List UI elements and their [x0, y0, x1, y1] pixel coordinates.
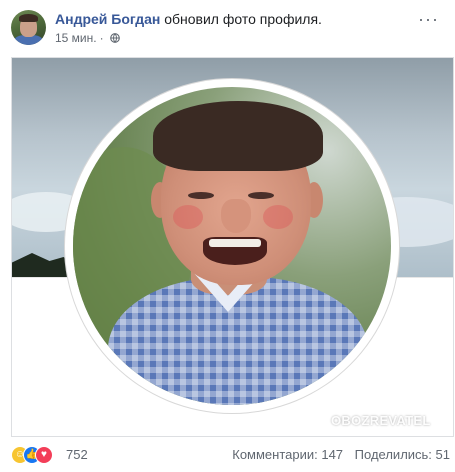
post-stats: Комментарии: 147 Поделились: 51 [232, 447, 450, 462]
watermark-logo: OBOZREVATEL [309, 411, 431, 429]
watermark-icon [309, 411, 327, 429]
post-timestamp[interactable]: 15 мин. [55, 31, 97, 45]
profile-photo[interactable] [73, 87, 391, 405]
author-avatar[interactable] [11, 10, 46, 45]
post-media[interactable]: OBOZREVATEL [11, 57, 454, 438]
love-reaction-icon: ♥ [35, 446, 53, 464]
post-footer: ☺ 👍 ♥ 752 Комментарии: 147 Поделились: 5… [0, 437, 455, 472]
comments-count-link[interactable]: Комментарии: 147 [232, 447, 343, 462]
more-options-icon[interactable]: ··· [418, 10, 439, 28]
post-title-line: Андрей Богдан обновил фото профиля. [55, 11, 322, 27]
profile-photo-frame [65, 79, 399, 413]
post-meta: 15 мин. · [55, 31, 120, 45]
shares-count-link[interactable]: Поделились: 51 [355, 447, 450, 462]
post-action-text: обновил фото профиля. [164, 11, 322, 27]
reaction-count[interactable]: 752 [66, 447, 88, 462]
author-name-link[interactable]: Андрей Богдан [55, 11, 160, 27]
post-header: Андрей Богдан обновил фото профиля. 15 м… [0, 0, 455, 58]
globe-icon[interactable] [110, 33, 120, 43]
